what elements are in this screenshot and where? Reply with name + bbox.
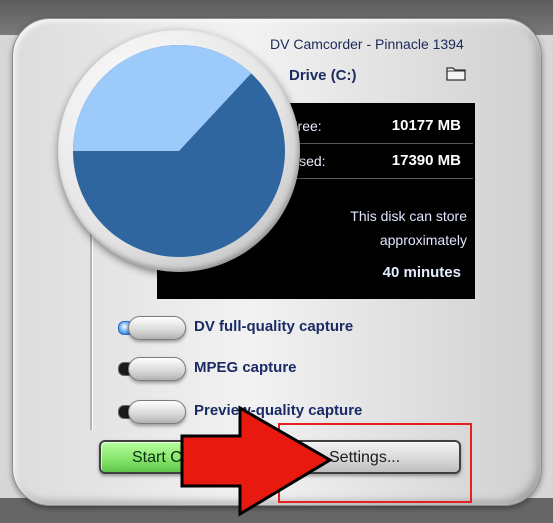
- start-capture-label: Start Capture: [132, 449, 228, 466]
- option-toggle[interactable]: [128, 316, 186, 340]
- stat-divider: [283, 178, 473, 179]
- drive-label: Drive (C:): [289, 67, 357, 84]
- disk-usage-pie: [73, 45, 285, 257]
- option-label: DV full-quality capture: [194, 318, 354, 335]
- settings-button[interactable]: Settings...: [293, 440, 461, 474]
- storage-message-line1: This disk can store: [350, 208, 467, 224]
- folder-icon[interactable]: [446, 65, 466, 81]
- start-capture-button[interactable]: Start Capture: [99, 440, 289, 474]
- option-toggle[interactable]: [128, 357, 186, 381]
- storage-message-line2: approximately: [379, 232, 467, 248]
- storage-duration: 40 minutes: [382, 264, 461, 281]
- option-label: Preview-quality capture: [194, 402, 363, 419]
- option-label: MPEG capture: [194, 359, 297, 376]
- option-toggle[interactable]: [128, 400, 186, 424]
- used-value: 17390 MB: [391, 152, 461, 169]
- option-preview-quality[interactable]: Preview-quality capture: [116, 397, 406, 425]
- free-value: 10177 MB: [391, 117, 461, 134]
- option-mpeg[interactable]: MPEG capture: [116, 354, 336, 382]
- device-title: DV Camcorder - Pinnacle 1394: [270, 36, 464, 52]
- disk-usage-pie-frame: [58, 30, 300, 272]
- stat-divider: [283, 143, 473, 144]
- settings-label: Settings...: [329, 449, 401, 466]
- option-dv-full-quality[interactable]: DV full-quality capture: [116, 313, 396, 341]
